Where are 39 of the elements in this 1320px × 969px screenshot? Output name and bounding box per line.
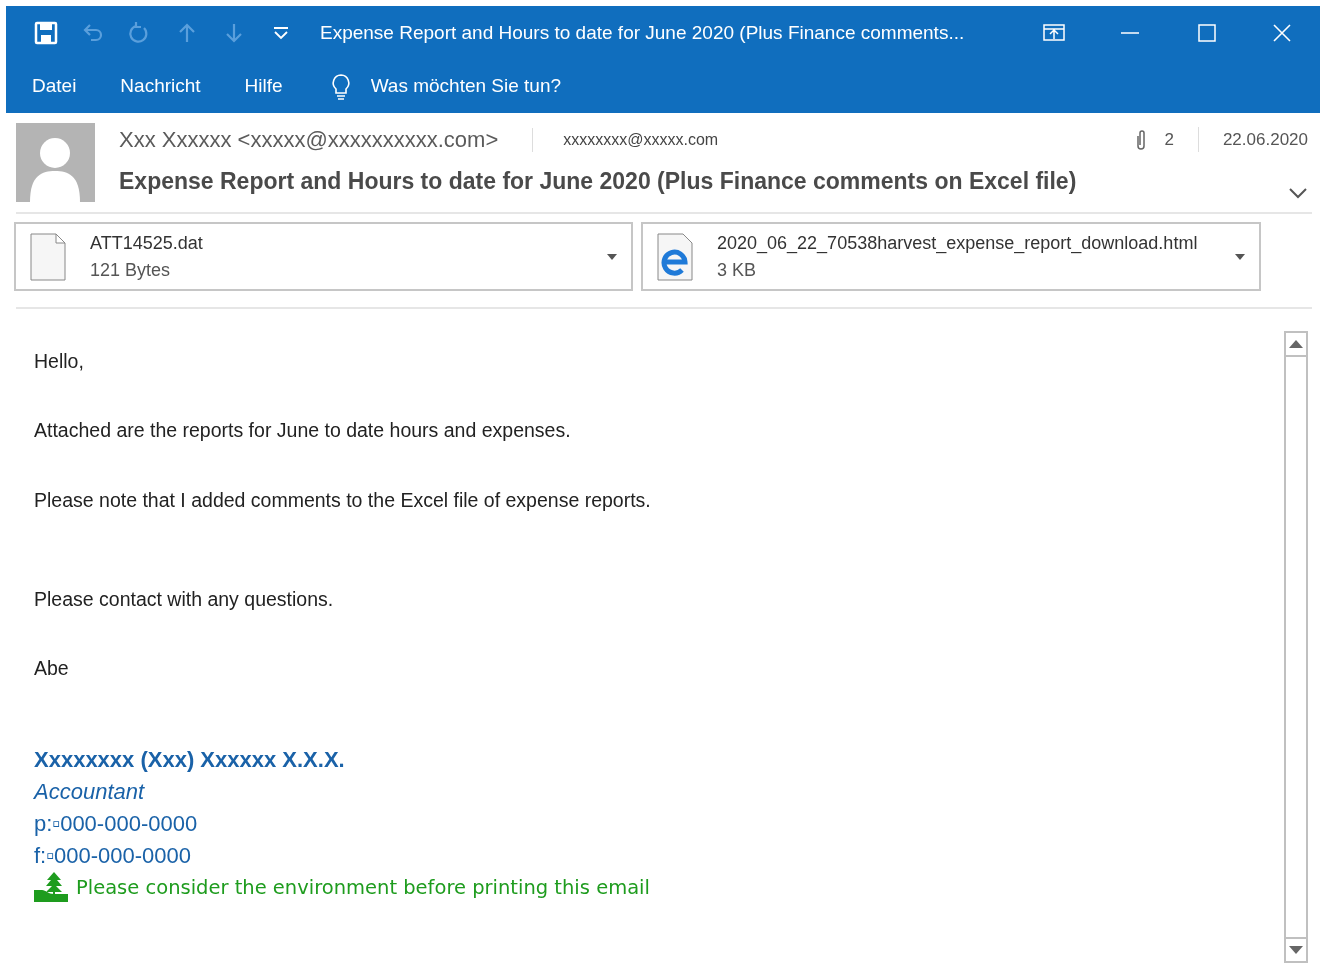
file-size: 3 KB — [717, 258, 758, 282]
fax-number: f:▫000-000-0000 — [34, 842, 193, 871]
body-paragraph: Abe — [34, 656, 70, 681]
file-name: 2020_06_22_70538harvest_expense_report_download.html — [717, 231, 1199, 256]
attachment-count: 2 — [1164, 128, 1174, 151]
window-title: Expense Report and Hours to date for June 2020 (Plus Finance comments... — [320, 20, 965, 45]
tell-me-field[interactable]: Was möchten Sie tun? — [368, 71, 629, 102]
phone-number: p:▫000-000-0000 — [34, 810, 199, 839]
close-icon[interactable] — [1270, 22, 1294, 44]
menu-tab[interactable]: Datei — [10, 60, 99, 113]
chevron-down-icon[interactable] — [1288, 186, 1308, 199]
caret-icon — [1235, 253, 1245, 260]
html-file-icon — [657, 232, 693, 281]
scrollbar[interactable] — [1284, 331, 1308, 963]
body-paragraph: Attached are the reports for June to date hours and expenses. — [34, 418, 572, 444]
signature-title: Accountant — [34, 778, 146, 807]
file-size: 121 Bytes — [90, 258, 172, 282]
caret-icon — [607, 253, 617, 260]
ribbon-display-icon[interactable] — [1042, 22, 1066, 44]
recipient-address[interactable]: xxxxxxxx@xxxxx.com — [532, 127, 1135, 152]
save-icon[interactable] — [32, 20, 59, 46]
body-paragraph: Please note that I added comments to the Excel file of expense reports. — [34, 487, 652, 513]
down-arrow-icon — [1289, 946, 1303, 954]
up-arrow-icon — [1289, 340, 1303, 348]
signature-name: Xxxxxxxx (Xxx) Xxxxxx X.X.X. — [34, 746, 346, 775]
attachment-item[interactable]: ATT14525.dat 121 Bytes — [14, 222, 633, 291]
menu-tab[interactable]: Hilfe — [222, 60, 305, 113]
menu-tab[interactable]: Nachricht — [98, 60, 223, 113]
eco-note: Please consider the environment before printing this email — [76, 874, 650, 901]
file-icon — [30, 232, 66, 281]
file-name: ATT14525.dat — [90, 231, 204, 255]
body-paragraph: Hello, — [34, 349, 85, 374]
sender-name[interactable]: Xxx Xxxxxx <xxxxx@xxxxxxxxxx.com> — [119, 123, 499, 156]
subject-line: Expense Report and Hours to date for June 2020 (Plus Finance comments on Excel file) — [119, 167, 1078, 196]
sent-date: 22.06.2020 — [1197, 126, 1308, 153]
body-paragraph: Please contact with any questions. — [34, 586, 335, 612]
tree-icon — [34, 872, 68, 903]
avatar-icon — [16, 123, 95, 202]
attachment-item[interactable]: 2020_06_22_70538harvest_expense_report_download.html 3 KB — [641, 222, 1261, 291]
